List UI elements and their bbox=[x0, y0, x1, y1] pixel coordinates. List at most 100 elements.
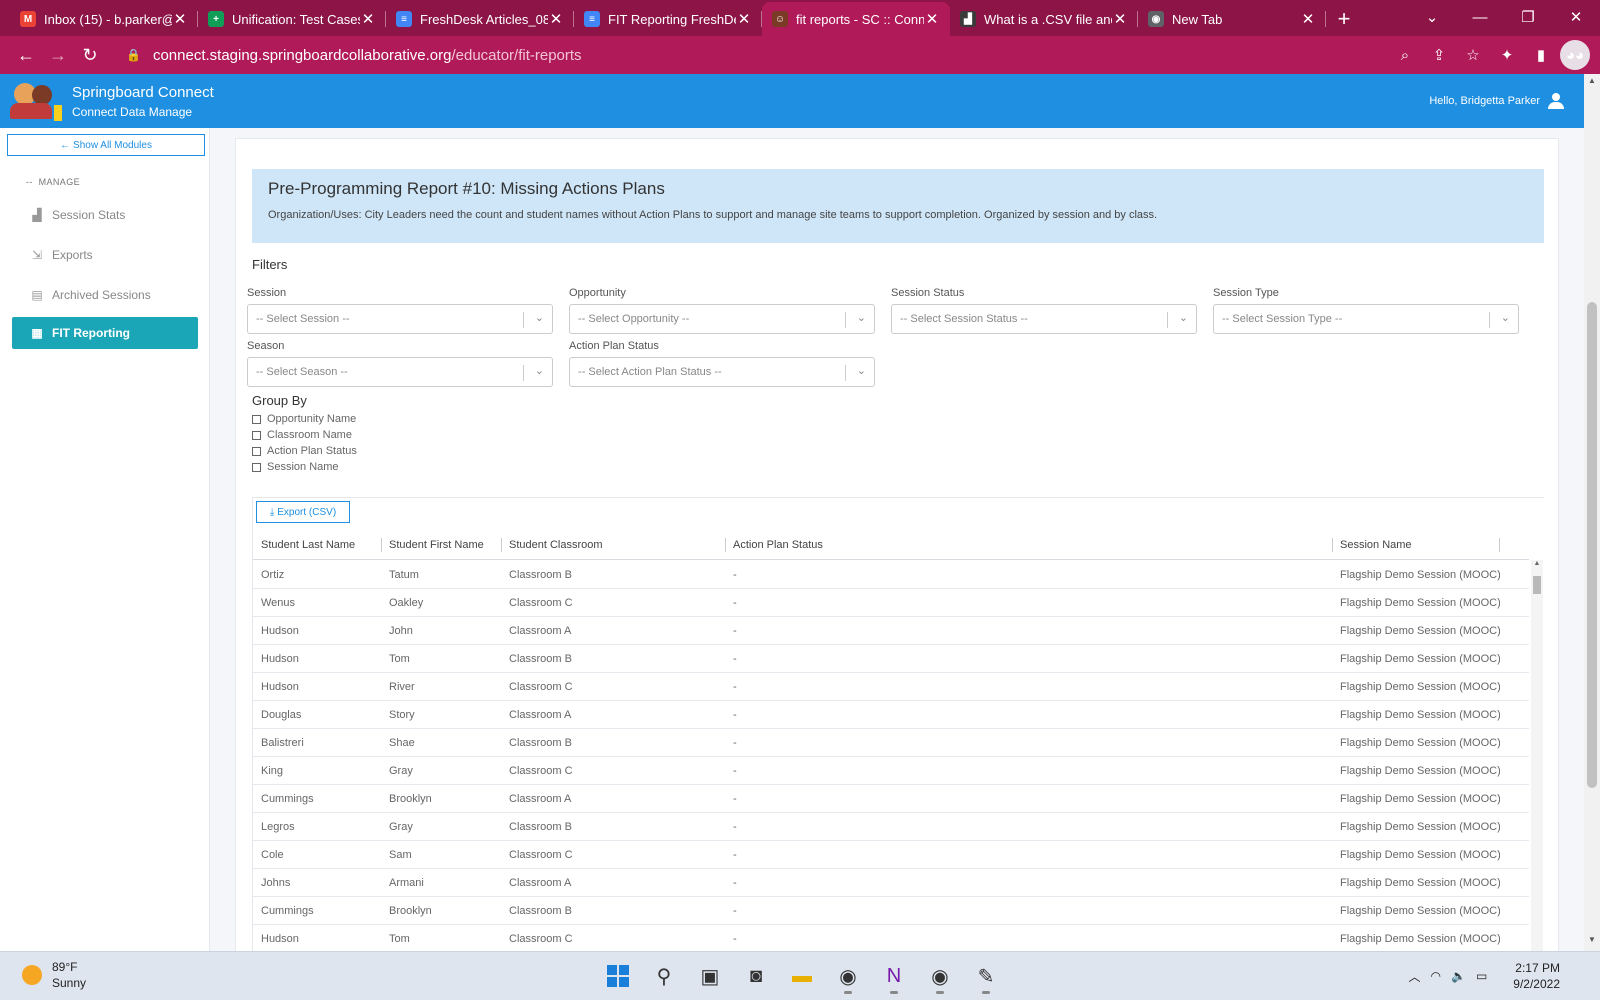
tab-close-icon[interactable]: ✕ bbox=[548, 10, 564, 28]
teams-chat-icon[interactable]: ◙ bbox=[738, 958, 774, 994]
table-cell: Classroom C bbox=[509, 933, 573, 945]
export-csv-button[interactable]: ⤓ Export (CSV) bbox=[256, 501, 350, 523]
column-divider[interactable] bbox=[1332, 538, 1333, 552]
onenote-icon[interactable]: N bbox=[876, 958, 912, 994]
column-divider[interactable] bbox=[381, 538, 382, 552]
tab-close-icon[interactable]: ✕ bbox=[736, 10, 752, 28]
side-panel-icon[interactable]: ▮ bbox=[1526, 40, 1556, 70]
column-header[interactable]: Student Classroom bbox=[509, 539, 603, 551]
file-explorer-icon[interactable]: ▬ bbox=[784, 958, 820, 994]
extensions-icon[interactable]: ✦ bbox=[1492, 40, 1522, 70]
wifi-icon[interactable]: ◠ bbox=[1431, 969, 1441, 983]
user-icon[interactable] bbox=[1548, 93, 1564, 109]
scroll-up-icon[interactable]: ▲ bbox=[1584, 76, 1600, 90]
scroll-down-icon[interactable]: ▼ bbox=[1584, 935, 1600, 949]
sidebar-item-fit-reporting[interactable]: ▦ FIT Reporting bbox=[12, 317, 198, 349]
paint-icon[interactable]: ✎ bbox=[968, 958, 1004, 994]
filter-select-action-plan-status[interactable]: -- Select Action Plan Status -- ⌄ bbox=[569, 357, 875, 387]
restore-button[interactable]: ❐ bbox=[1504, 0, 1552, 34]
minimize-button[interactable]: — bbox=[1456, 0, 1504, 34]
tab-search-chevron-icon[interactable]: ⌄ bbox=[1408, 0, 1456, 34]
tab-favicon-icon: ◉ bbox=[1148, 11, 1164, 27]
tab-close-icon[interactable]: ✕ bbox=[172, 10, 188, 28]
column-header[interactable]: Student First Name bbox=[389, 539, 484, 551]
table-cell: Classroom C bbox=[509, 849, 573, 861]
volume-icon[interactable]: 🔈 bbox=[1451, 969, 1466, 983]
table-row: Douglas Story Classroom A - Flagship Demo Se… bbox=[253, 701, 1529, 729]
browser-tab[interactable]: ☺ fit reports - SC :: Conn ✕ bbox=[762, 2, 950, 36]
sidebar-item-session-stats[interactable]: ▟ Session Stats bbox=[12, 199, 198, 231]
checkbox[interactable] bbox=[252, 462, 261, 472]
table-cell: Douglas bbox=[261, 709, 302, 721]
filter-placeholder: -- Select Session Type -- bbox=[1222, 313, 1343, 325]
table-scroll-up-icon[interactable]: ▲ bbox=[1531, 560, 1543, 567]
table-cell: - bbox=[733, 765, 737, 777]
browser-tab[interactable]: ◉ New Tab ✕ bbox=[1138, 2, 1326, 36]
filter-select-season[interactable]: -- Select Season -- ⌄ bbox=[247, 357, 553, 387]
tab-close-icon[interactable]: ✕ bbox=[924, 10, 940, 28]
bookmark-star-icon[interactable]: ☆ bbox=[1458, 40, 1488, 70]
group-by-classroom-name[interactable]: Classroom Name bbox=[252, 429, 352, 441]
user-greeting[interactable]: Hello, Bridgetta Parker bbox=[1429, 93, 1564, 109]
window-close-button[interactable]: ✕ bbox=[1552, 0, 1600, 34]
url-host: connect.staging.springboardcollaborative… bbox=[152, 46, 452, 64]
forward-button[interactable]: → bbox=[42, 39, 74, 71]
column-header[interactable]: Session Name bbox=[1340, 539, 1412, 551]
chrome-icon[interactable]: ◉ bbox=[830, 958, 866, 994]
tab-close-icon[interactable]: ✕ bbox=[1300, 10, 1316, 28]
filter-select-session-status[interactable]: -- Select Session Status -- ⌄ bbox=[891, 304, 1197, 334]
filter-select-session-type[interactable]: -- Select Session Type -- ⌄ bbox=[1213, 304, 1519, 334]
filter-select-session[interactable]: -- Select Session -- ⌄ bbox=[247, 304, 553, 334]
table-scrollbar[interactable]: ▲ bbox=[1531, 560, 1543, 953]
weather-widget[interactable]: 89°F Sunny bbox=[22, 960, 86, 990]
sidebar-item-exports[interactable]: ⇲ Exports bbox=[12, 239, 198, 271]
sun-icon bbox=[22, 965, 42, 985]
tab-title: FIT Reporting FreshDe bbox=[608, 11, 736, 27]
group-by-opportunity-name[interactable]: Opportunity Name bbox=[252, 413, 356, 425]
address-bar[interactable]: 🔒 connect.staging.springboardcollaborati… bbox=[114, 40, 1382, 70]
checkbox[interactable] bbox=[252, 430, 261, 440]
profile-avatar-button[interactable]: ◕◕ bbox=[1560, 40, 1590, 70]
back-button[interactable]: ← bbox=[10, 39, 42, 71]
browser-tab[interactable]: + Unification: Test Cases ✕ bbox=[198, 2, 386, 36]
tab-close-icon[interactable]: ✕ bbox=[1112, 10, 1128, 28]
column-header[interactable]: Action Plan Status bbox=[733, 539, 823, 551]
browser-tab[interactable]: M Inbox (15) - b.parker@ ✕ bbox=[10, 2, 198, 36]
new-tab-button[interactable]: + bbox=[1326, 2, 1362, 36]
start-icon[interactable] bbox=[600, 958, 636, 994]
table-scrollbar-thumb[interactable] bbox=[1533, 576, 1541, 594]
table-cell: Flagship Demo Session (MOOC) bbox=[1340, 849, 1500, 861]
sidebar-item-archived-sessions[interactable]: ▤ Archived Sessions bbox=[12, 279, 198, 311]
springboard-logo-icon[interactable] bbox=[6, 77, 62, 125]
share-icon[interactable]: ⇪ bbox=[1424, 40, 1454, 70]
scrollbar-thumb[interactable] bbox=[1587, 302, 1597, 788]
checkbox[interactable] bbox=[252, 414, 261, 424]
clock[interactable]: 2:17 PM 9/2/2022 bbox=[1513, 960, 1560, 992]
tab-divider bbox=[1325, 11, 1326, 27]
column-divider[interactable] bbox=[501, 538, 502, 552]
page-scrollbar[interactable]: ▲ ▼ bbox=[1584, 74, 1600, 951]
task-view-icon[interactable]: ▣ bbox=[692, 958, 728, 994]
lock-icon: 🔒 bbox=[126, 48, 141, 62]
chrome-profile-icon[interactable]: ◉ bbox=[922, 958, 958, 994]
reload-button[interactable]: ↻ bbox=[74, 39, 106, 71]
group-by-session-name[interactable]: Session Name bbox=[252, 461, 339, 473]
filter-placeholder: -- Select Session Status -- bbox=[900, 313, 1028, 325]
group-by-action-plan-status[interactable]: Action Plan Status bbox=[252, 445, 357, 457]
filter-select-opportunity[interactable]: -- Select Opportunity -- ⌄ bbox=[569, 304, 875, 334]
battery-icon[interactable]: ▭ bbox=[1476, 969, 1487, 983]
tray-chevron-icon[interactable]: ︿ bbox=[1408, 968, 1420, 985]
download-icon: ⤓ bbox=[269, 506, 275, 518]
zoom-icon[interactable]: ⌕ bbox=[1390, 40, 1420, 70]
browser-tab[interactable]: ≡ FreshDesk Articles_08 ✕ bbox=[386, 2, 574, 36]
column-header[interactable]: Student Last Name bbox=[261, 539, 355, 551]
browser-tab[interactable]: ▟ What is a .CSV file and ✕ bbox=[950, 2, 1138, 36]
show-all-modules-button[interactable]: ← Show All Modules bbox=[7, 134, 205, 156]
column-divider[interactable] bbox=[1499, 538, 1500, 552]
checkbox[interactable] bbox=[252, 446, 261, 456]
column-divider[interactable] bbox=[725, 538, 726, 552]
search-icon[interactable]: ⚲ bbox=[646, 958, 682, 994]
tab-close-icon[interactable]: ✕ bbox=[360, 10, 376, 28]
browser-tab[interactable]: ≡ FIT Reporting FreshDe ✕ bbox=[574, 2, 762, 36]
filter-label: Action Plan Status bbox=[569, 340, 659, 352]
